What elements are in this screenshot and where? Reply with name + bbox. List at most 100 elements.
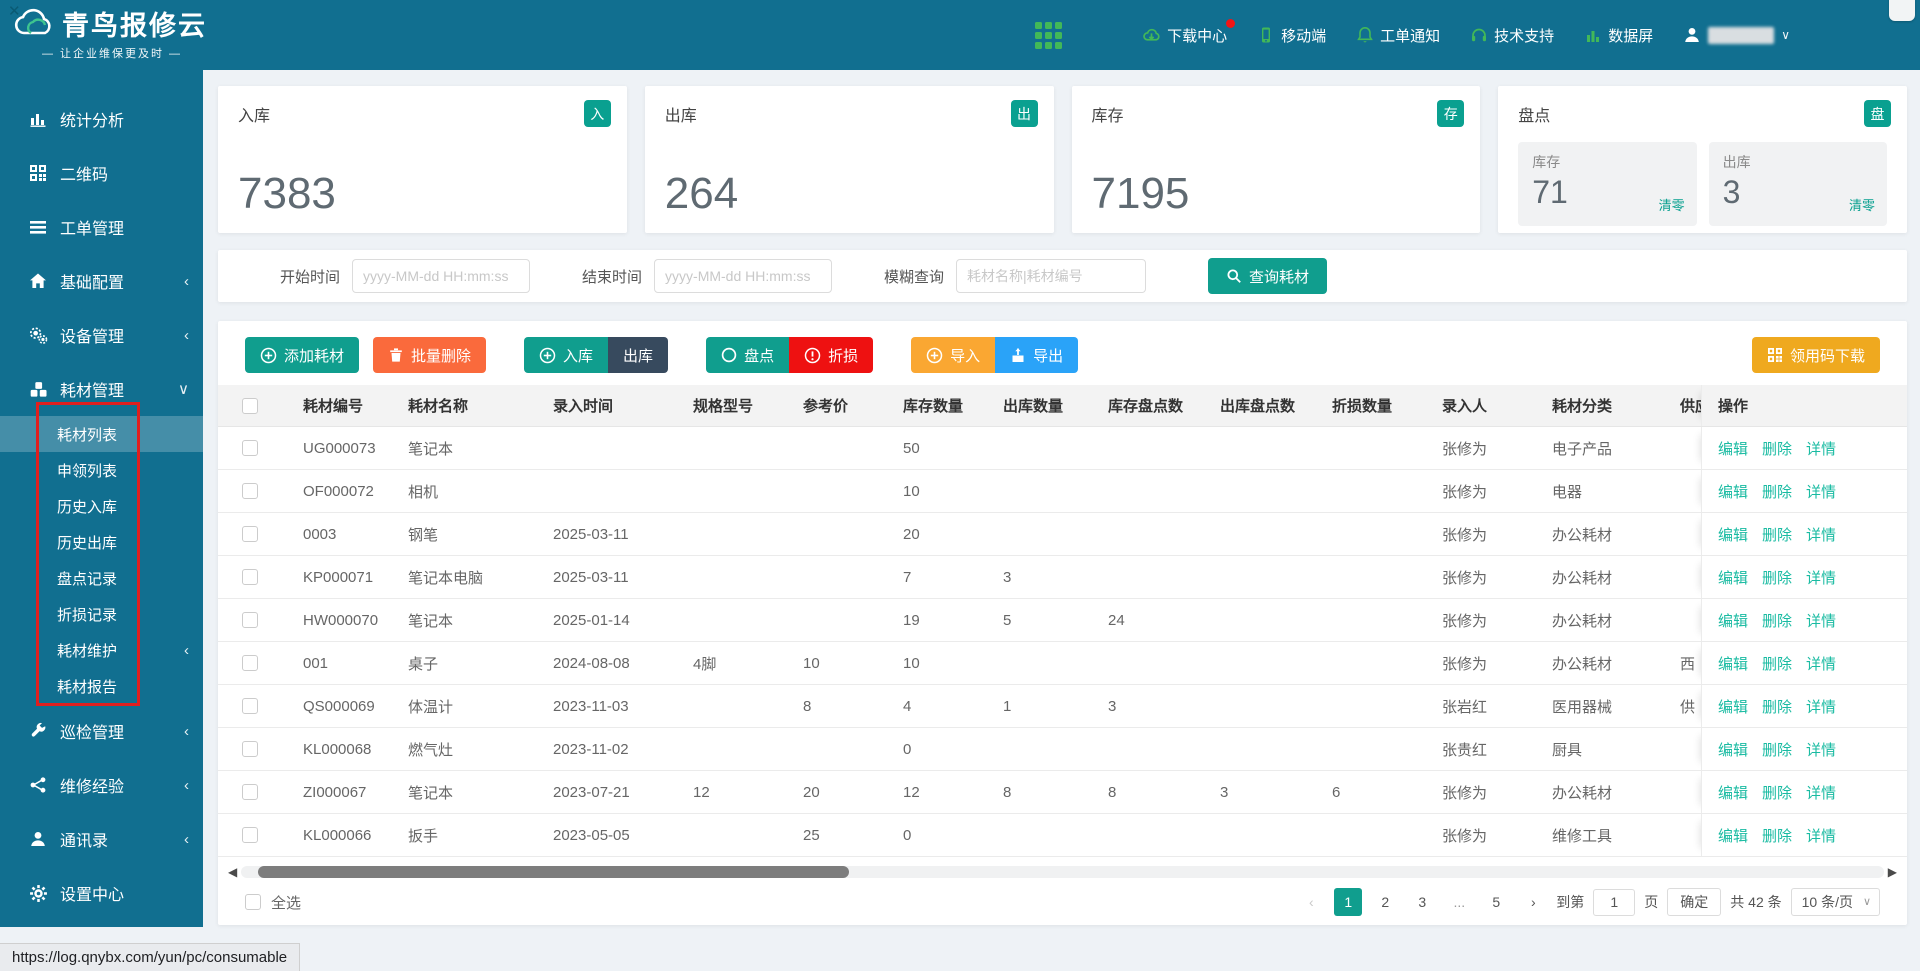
select-all-footer-checkbox[interactable] (245, 894, 261, 910)
delete-link[interactable]: 删除 (1762, 567, 1792, 588)
edit-link[interactable]: 编辑 (1718, 825, 1748, 846)
nav-download-center[interactable]: 下载中心 (1142, 25, 1227, 46)
clear-to-zero-link[interactable]: 清零 (1659, 195, 1685, 214)
loss-button[interactable]: 折损 (789, 337, 873, 373)
delete-link[interactable]: 删除 (1762, 438, 1792, 459)
sidebar-item-device-management[interactable]: 设备管理 ‹ (0, 308, 203, 362)
sidebar-subitem-consumable-maintenance[interactable]: 耗材维护‹ (0, 632, 203, 668)
delete-link[interactable]: 删除 (1762, 825, 1792, 846)
sidebar-item-inspection[interactable]: 巡检管理 ‹ (0, 704, 203, 758)
stock-badge-icon: 存 (1437, 100, 1464, 127)
sidebar-item-work-orders[interactable]: 工单管理 (0, 200, 203, 254)
row-checkbox[interactable] (242, 483, 258, 499)
sidebar-subitem-loss-records[interactable]: 折损记录 (0, 596, 203, 632)
nav-work-order-notice[interactable]: 工单通知 (1356, 25, 1440, 46)
row-checkbox[interactable] (242, 526, 258, 542)
inbound-button[interactable]: 入库 (524, 337, 608, 373)
detail-link[interactable]: 详情 (1806, 524, 1836, 545)
sidebar-subitem-consumable-list[interactable]: 耗材列表 (0, 416, 203, 452)
scrollbar-thumb[interactable] (258, 866, 849, 878)
detail-link[interactable]: 详情 (1806, 653, 1836, 674)
confirm-button[interactable]: 确定 (1667, 888, 1721, 916)
delete-link[interactable]: 删除 (1762, 696, 1792, 717)
page-button-1[interactable]: 1 (1334, 888, 1362, 916)
edit-link[interactable]: 编辑 (1718, 438, 1748, 459)
batch-delete-button[interactable]: 批量删除 (373, 337, 486, 373)
delete-link[interactable]: 删除 (1762, 481, 1792, 502)
edit-link[interactable]: 编辑 (1718, 696, 1748, 717)
sidebar-subitem-history-outbound[interactable]: 历史出库 (0, 524, 203, 560)
row-checkbox[interactable] (242, 784, 258, 800)
edit-link[interactable]: 编辑 (1718, 610, 1748, 631)
select-all-checkbox[interactable] (242, 398, 258, 414)
sidebar-subitem-history-inbound[interactable]: 历史入库 (0, 488, 203, 524)
page-button-5[interactable]: 5 (1482, 888, 1510, 916)
col-price: 参考价 (793, 385, 893, 426)
detail-link[interactable]: 详情 (1806, 825, 1836, 846)
edit-link[interactable]: 编辑 (1718, 653, 1748, 674)
sidebar-item-settings-center[interactable]: 设置中心 (0, 866, 203, 920)
delete-link[interactable]: 删除 (1762, 653, 1792, 674)
page-button-3[interactable]: 3 (1408, 888, 1436, 916)
apps-grid-icon[interactable] (1035, 22, 1062, 49)
jump-page-input[interactable] (1593, 889, 1635, 916)
detail-link[interactable]: 详情 (1806, 696, 1836, 717)
cell-stock-check (1098, 556, 1210, 598)
search-consumable-button[interactable]: 查询耗材 (1208, 258, 1327, 294)
nav-data-screen[interactable]: 数据屏 (1584, 25, 1653, 46)
row-checkbox[interactable] (242, 569, 258, 585)
edit-link[interactable]: 编辑 (1718, 524, 1748, 545)
page-button-2[interactable]: 2 (1371, 888, 1399, 916)
import-button[interactable]: 导入 (911, 337, 995, 373)
sidebar-item-consumables[interactable]: 耗材管理 ∨ (0, 362, 203, 416)
edit-link[interactable]: 编辑 (1718, 782, 1748, 803)
edit-link[interactable]: 编辑 (1718, 481, 1748, 502)
delete-link[interactable]: 删除 (1762, 610, 1792, 631)
row-checkbox[interactable] (242, 741, 258, 757)
delete-link[interactable]: 删除 (1762, 739, 1792, 760)
scroll-left-icon[interactable]: ◀ (228, 866, 237, 878)
edit-link[interactable]: 编辑 (1718, 739, 1748, 760)
user-menu[interactable]: ∨ (1683, 26, 1790, 44)
row-checkbox[interactable] (242, 698, 258, 714)
row-checkbox[interactable] (242, 655, 258, 671)
stocktake-button[interactable]: 盘点 (706, 337, 789, 373)
cell-out: 8 (993, 771, 1098, 813)
start-time-input[interactable] (352, 259, 530, 293)
prev-page-button[interactable]: ‹ (1297, 888, 1325, 916)
detail-link[interactable]: 详情 (1806, 782, 1836, 803)
nav-mobile[interactable]: 移动端 (1257, 25, 1326, 46)
sidebar-item-basic-config[interactable]: 基础配置 ‹ (0, 254, 203, 308)
delete-link[interactable]: 删除 (1762, 524, 1792, 545)
detail-link[interactable]: 详情 (1806, 438, 1836, 459)
export-button[interactable]: 导出 (995, 337, 1078, 373)
sidebar-item-contacts[interactable]: 通讯录 ‹ (0, 812, 203, 866)
detail-link[interactable]: 详情 (1806, 610, 1836, 631)
outbound-button[interactable]: 出库 (608, 337, 668, 373)
fuzzy-search-input[interactable] (956, 259, 1146, 293)
next-page-button[interactable]: › (1519, 888, 1547, 916)
page-size-select[interactable]: 10 条/页 ∨ (1791, 888, 1880, 916)
row-checkbox[interactable] (242, 440, 258, 456)
chevron-left-icon: ‹ (184, 831, 189, 848)
add-consumable-button[interactable]: 添加耗材 (245, 337, 359, 373)
sidebar-item-qrcode[interactable]: 二维码 (0, 146, 203, 200)
row-checkbox[interactable] (242, 827, 258, 843)
clear-to-zero-link[interactable]: 清零 (1849, 195, 1875, 214)
sidebar-subitem-claim-list[interactable]: 申领列表 (0, 452, 203, 488)
edit-link[interactable]: 编辑 (1718, 567, 1748, 588)
delete-link[interactable]: 删除 (1762, 782, 1792, 803)
detail-link[interactable]: 详情 (1806, 739, 1836, 760)
end-time-input[interactable] (654, 259, 832, 293)
scrollbar-track[interactable] (241, 866, 1884, 878)
detail-link[interactable]: 详情 (1806, 481, 1836, 502)
sidebar-subitem-check-records[interactable]: 盘点记录 (0, 560, 203, 596)
sidebar-subitem-consumable-report[interactable]: 耗材报告 (0, 668, 203, 704)
sidebar-item-repair-experience[interactable]: 维修经验 ‹ (0, 758, 203, 812)
row-checkbox[interactable] (242, 612, 258, 628)
claim-code-download-button[interactable]: 领用码下载 (1752, 337, 1880, 373)
detail-link[interactable]: 详情 (1806, 567, 1836, 588)
nav-tech-support[interactable]: 技术支持 (1470, 25, 1554, 46)
sidebar-item-statistics[interactable]: 统计分析 (0, 92, 203, 146)
scroll-right-icon[interactable]: ▶ (1888, 866, 1897, 878)
